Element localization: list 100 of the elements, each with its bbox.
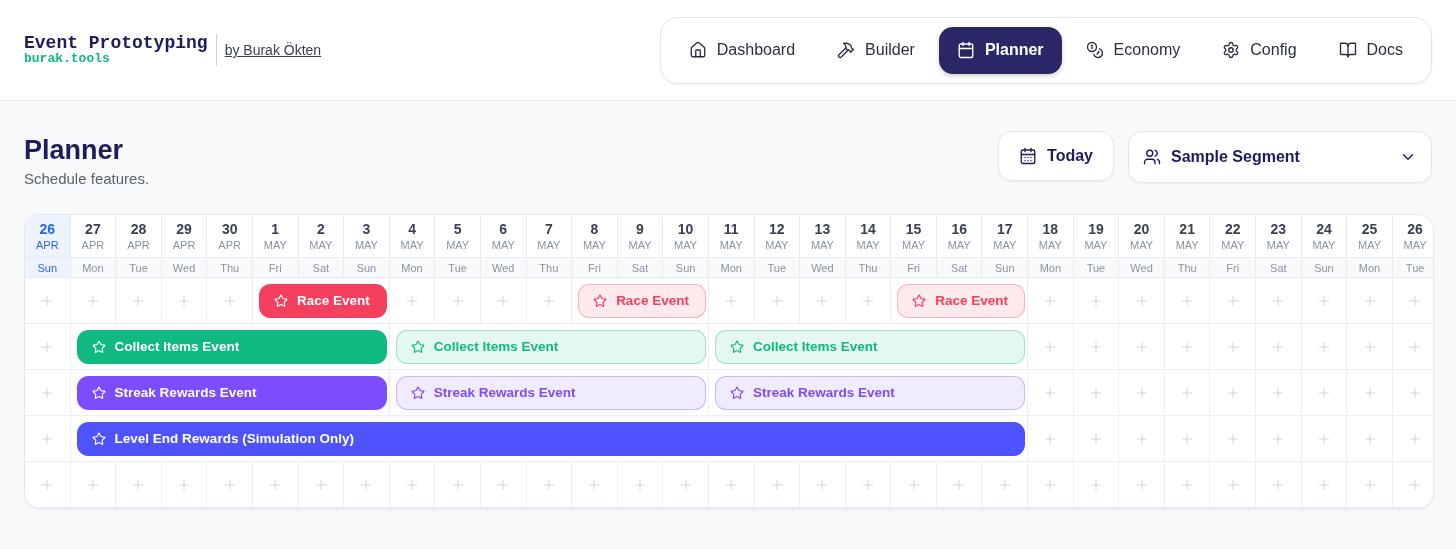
hammer-icon bbox=[837, 41, 856, 59]
weekday-label: Fri bbox=[1226, 261, 1240, 274]
weekday-label: Mon bbox=[1039, 261, 1062, 274]
weekday-label: Sat bbox=[312, 261, 330, 274]
date-number: 8 bbox=[590, 220, 599, 238]
weekday-label: Fri bbox=[268, 261, 282, 274]
weekday-label: Thu bbox=[220, 261, 240, 274]
date-number: 26 bbox=[39, 220, 56, 238]
date-number: 22 bbox=[1224, 220, 1241, 238]
nav-tab[interactable]: Docs bbox=[1320, 26, 1421, 74]
month-label: MAY bbox=[263, 237, 287, 252]
star-icon bbox=[410, 339, 425, 354]
page-title: Planner bbox=[24, 135, 125, 166]
nav-tab[interactable]: Config bbox=[1204, 26, 1315, 74]
weekday-label: Wed bbox=[172, 261, 196, 274]
weekday-label: Wed bbox=[1130, 261, 1153, 274]
author-link[interactable]: by Burak Ökten bbox=[224, 42, 322, 58]
month-label: APR bbox=[127, 237, 150, 252]
date-number: 17 bbox=[996, 220, 1013, 238]
event-bar[interactable]: Streak Rewards Event bbox=[76, 375, 387, 410]
calendar-icon bbox=[956, 41, 975, 59]
calendar-icon bbox=[1019, 147, 1038, 165]
date-number: 1 bbox=[271, 220, 280, 238]
house-icon bbox=[688, 41, 707, 59]
weekday-label: Thu bbox=[1177, 261, 1197, 274]
weekday-label: Sun bbox=[356, 261, 377, 274]
weekday-label: Sat bbox=[950, 261, 968, 274]
month-label: MAY bbox=[309, 237, 333, 252]
star-icon bbox=[729, 385, 744, 400]
month-label: MAY bbox=[1084, 237, 1108, 252]
weekday-label: Fri bbox=[588, 261, 601, 274]
date-number: 5 bbox=[453, 220, 462, 238]
star-icon bbox=[91, 431, 106, 446]
weekday-label: Mon bbox=[1358, 261, 1381, 274]
month-label: MAY bbox=[1266, 237, 1290, 252]
event-bar[interactable]: Race Event bbox=[578, 283, 706, 318]
month-label: MAY bbox=[1358, 237, 1382, 252]
date-number: 12 bbox=[769, 220, 785, 238]
date-number: 10 bbox=[677, 220, 694, 238]
month-label: MAY bbox=[446, 237, 470, 252]
weekday-label: Tue bbox=[448, 261, 467, 274]
date-number: 13 bbox=[814, 220, 831, 238]
month-label: MAY bbox=[1403, 237, 1427, 252]
weekday-label: Tue bbox=[129, 261, 148, 274]
weekday-label: Thu bbox=[539, 261, 559, 274]
event-bar[interactable]: Level End Rewards (Simulation Only) bbox=[76, 421, 1026, 456]
month-label: APR bbox=[81, 237, 105, 252]
weekday-label: Tue bbox=[1405, 261, 1425, 274]
month-label: MAY bbox=[719, 237, 743, 252]
coins-icon bbox=[1085, 41, 1104, 59]
date-number: 7 bbox=[544, 220, 553, 238]
month-label: MAY bbox=[810, 237, 834, 252]
segment-select[interactable]: Sample Segment bbox=[1128, 131, 1432, 183]
weekday-label: Sun bbox=[994, 261, 1015, 274]
month-label: MAY bbox=[765, 237, 789, 252]
weekday-label: Sun bbox=[37, 261, 58, 274]
nav-tab[interactable]: Dashboard bbox=[670, 26, 814, 74]
weekday-label: Mon bbox=[720, 261, 742, 274]
weekday-label: Sat bbox=[631, 261, 649, 274]
month-label: MAY bbox=[1312, 237, 1336, 252]
weekday-label: Tue bbox=[767, 261, 787, 274]
month-label: APR bbox=[218, 237, 241, 252]
month-label: MAY bbox=[902, 237, 926, 252]
event-bar[interactable]: Streak Rewards Event bbox=[714, 375, 1026, 410]
event-bar[interactable]: Race Event bbox=[258, 283, 387, 318]
month-label: MAY bbox=[537, 237, 561, 252]
weekday-label: Fri bbox=[907, 261, 920, 274]
book-icon bbox=[1338, 41, 1357, 59]
month-label: MAY bbox=[628, 237, 652, 252]
month-label: MAY bbox=[400, 237, 424, 252]
month-label: MAY bbox=[491, 237, 515, 252]
event-bar[interactable]: Race Event bbox=[897, 283, 1026, 318]
nav-tab[interactable]: Economy bbox=[1067, 26, 1199, 74]
event-bar[interactable]: Streak Rewards Event bbox=[395, 375, 706, 410]
weekday-label: Sun bbox=[1314, 261, 1334, 274]
date-number: 4 bbox=[408, 220, 416, 238]
date-number: 2 bbox=[316, 220, 325, 238]
date-number: 30 bbox=[221, 220, 238, 238]
settings-icon bbox=[1222, 41, 1241, 59]
month-label: MAY bbox=[1038, 237, 1062, 252]
nav-tab[interactable]: Builder bbox=[819, 26, 933, 74]
nav-tab[interactable]: Planner bbox=[938, 26, 1062, 74]
weekday-label: Mon bbox=[82, 261, 104, 274]
month-label: MAY bbox=[1175, 237, 1199, 252]
page-subtitle: Schedule features. bbox=[24, 170, 150, 187]
weekday-label: Wed bbox=[811, 261, 834, 274]
date-number: 29 bbox=[176, 220, 192, 238]
month-label: APR bbox=[172, 237, 196, 252]
month-label: APR bbox=[36, 237, 59, 252]
weekday-label: Wed bbox=[492, 261, 515, 274]
month-label: MAY bbox=[354, 237, 378, 252]
date-number: 27 bbox=[85, 220, 101, 238]
date-number: 3 bbox=[362, 220, 371, 238]
date-number: 19 bbox=[1088, 220, 1104, 238]
date-number: 21 bbox=[1179, 220, 1195, 238]
weekday-label: Sat bbox=[1270, 261, 1287, 274]
today-button[interactable]: Today bbox=[998, 131, 1114, 181]
date-number: 16 bbox=[951, 220, 967, 238]
weekday-label: Thu bbox=[858, 261, 878, 274]
month-label: MAY bbox=[856, 237, 880, 252]
